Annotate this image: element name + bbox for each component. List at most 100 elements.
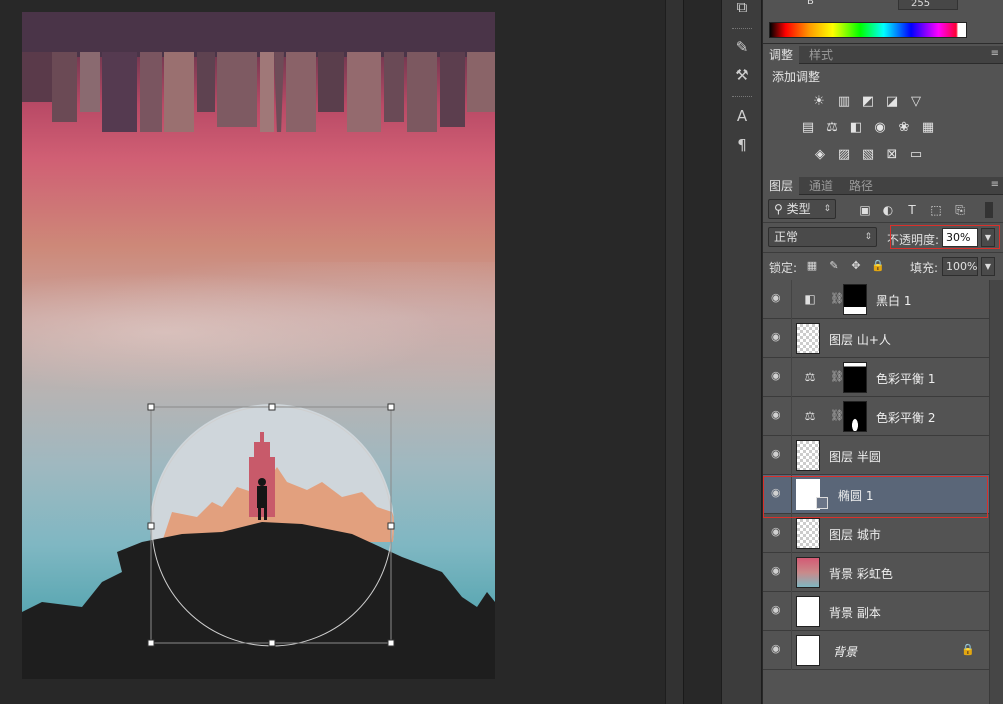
layer-name: 色彩平衡 1	[876, 372, 936, 386]
layer-mask-thumbnail[interactable]	[843, 362, 867, 393]
chevron-updown-icon: ⇕	[864, 232, 872, 242]
curves-icon[interactable]: ◩	[859, 94, 877, 110]
canvas-workspace[interactable]	[0, 0, 665, 704]
photo-filter-icon[interactable]: ◉	[871, 120, 889, 136]
brightness-icon[interactable]: ☀	[810, 94, 828, 110]
scrollbar-gutter[interactable]	[665, 0, 683, 704]
black-white-icon[interactable]: ◧	[847, 120, 865, 136]
layer-row[interactable]: ◉ ◧ ⛓ 黑白 1	[763, 280, 989, 319]
selective-color-icon[interactable]: ⊠	[883, 147, 901, 163]
eye-icon[interactable]: ◉	[771, 409, 785, 421]
opacity-highlight-box	[890, 225, 1000, 249]
right-panel-stack: B 255 调整 样式 ≡ 添加调整 ☀ ▥ ◩ ◪ ▽ ▤ ⚖ ◧ ◉ ❀ ▦…	[763, 0, 1003, 704]
layer-thumbnail	[796, 518, 820, 549]
layer-row[interactable]: ◉ 图层 城市	[763, 514, 989, 553]
eye-icon[interactable]: ◉	[771, 292, 785, 304]
levels-icon[interactable]: ▥	[835, 94, 853, 110]
channel-value-field[interactable]: 255	[898, 0, 958, 10]
link-icon[interactable]: ⛓	[830, 409, 844, 422]
layer-name: 背景	[833, 645, 858, 659]
link-icon[interactable]: ⛓	[830, 370, 844, 383]
filter-type-icon[interactable]: T	[904, 202, 920, 218]
link-icon[interactable]: ⛓	[830, 292, 844, 305]
tool-presets-icon[interactable]: ⚒	[730, 64, 754, 86]
tab-adjustments[interactable]: 调整	[763, 46, 800, 64]
filter-toggle[interactable]	[985, 202, 993, 218]
filter-pixel-icon[interactable]: ▣	[857, 202, 873, 218]
brush-presets-icon[interactable]: ✎	[730, 36, 754, 58]
eye-icon[interactable]: ◉	[771, 448, 785, 460]
channel-mixer-icon[interactable]: ❀	[895, 120, 913, 136]
eye-icon[interactable]: ◉	[771, 331, 785, 343]
posterize-icon[interactable]: ▨	[835, 147, 853, 163]
tab-styles[interactable]: 样式	[803, 46, 839, 64]
layer-row[interactable]: ◉ 背景 🔒	[763, 631, 989, 670]
filter-kind-label: 类型	[786, 202, 811, 216]
color-lookup-icon[interactable]: ▦	[919, 120, 937, 136]
layer-mask-thumbnail[interactable]	[843, 284, 867, 315]
panel-menu-icon[interactable]: ≡	[991, 179, 999, 190]
layer-mask-thumbnail[interactable]	[843, 401, 867, 432]
adjustments-tabbar: 调整 样式 ≡	[763, 46, 1003, 64]
filter-shape-icon[interactable]: ⬚	[928, 202, 944, 218]
layer-name: 图层 山+人	[829, 333, 891, 347]
layer-thumbnail	[796, 635, 820, 666]
layer-row[interactable]: ◉ ⚖ ⛓ 色彩平衡 2	[763, 397, 989, 436]
threshold-icon[interactable]: ▧	[859, 147, 877, 163]
eye-icon[interactable]: ◉	[771, 526, 785, 538]
filter-adjustment-icon[interactable]: ◐	[880, 202, 896, 218]
adjust-icons-row-2: ▤ ⚖ ◧ ◉ ❀ ▦	[763, 120, 1003, 140]
panel-menu-icon[interactable]: ≡	[991, 48, 999, 59]
filter-smart-object-icon[interactable]: ⎘	[952, 202, 968, 218]
tab-channels[interactable]: 通道	[803, 177, 839, 195]
layer-thumbnail	[796, 596, 820, 627]
layer-row[interactable]: ◉ 图层 山+人	[763, 319, 989, 358]
lock-position-icon[interactable]: ✥	[849, 259, 863, 273]
lock-transparent-icon[interactable]: ▦	[805, 259, 819, 273]
eye-icon[interactable]: ◉	[771, 487, 785, 499]
eye-icon[interactable]: ◉	[771, 643, 785, 655]
exposure-icon[interactable]: ◪	[883, 94, 901, 110]
layer-row[interactable]: ◉ 图层 半圆	[763, 436, 989, 475]
vibrance-icon[interactable]: ▽	[907, 94, 925, 110]
invert-icon[interactable]: ◈	[811, 147, 829, 163]
panel-grip[interactable]	[732, 28, 752, 31]
layer-row[interactable]: ◉ 背景 彩虹色	[763, 553, 989, 592]
eye-icon[interactable]: ◉	[771, 565, 785, 577]
document-canvas[interactable]	[22, 12, 495, 679]
color-balance-icon[interactable]: ⚖	[823, 120, 841, 136]
fill-input[interactable]: 100%	[942, 257, 978, 276]
layers-list: ◉ ◧ ⛓ 黑白 1 ◉ 图层 山+人 ◉ ⚖ ⛓ 色彩平衡 1 ◉ ⚖ ⛓ 色…	[763, 280, 989, 670]
adjust-icons-row-1: ☀ ▥ ◩ ◪ ▽	[763, 94, 1003, 114]
layer-thumbnail	[796, 323, 820, 354]
layer-row[interactable]: ◉ 背景 副本	[763, 592, 989, 631]
3d-icon[interactable]: ⧉	[730, 0, 754, 18]
filter-kind-select[interactable]: ⚲ 类型 ⇕	[768, 199, 836, 219]
color-spectrum-bar[interactable]	[769, 22, 967, 38]
layer-row[interactable]: ◉ ⚖ ⛓ 色彩平衡 1	[763, 358, 989, 397]
lock-icon: 🔒	[961, 643, 975, 656]
eye-icon[interactable]: ◉	[771, 604, 785, 616]
layer-row-selected[interactable]: ◉ 椭圆 1	[763, 475, 989, 514]
layers-scrollbar[interactable]	[989, 280, 1003, 704]
fill-dropdown-icon[interactable]: ▼	[981, 257, 995, 276]
layer-name: 图层 半圆	[829, 450, 881, 464]
blend-mode-label: 正常	[774, 230, 799, 244]
mountain-silhouette-image	[22, 403, 495, 679]
fill-label: 填充:	[910, 261, 939, 275]
shape-badge-icon	[816, 497, 828, 509]
blend-mode-select[interactable]: 正常 ⇕	[768, 227, 877, 247]
lock-pixels-icon[interactable]: ✎	[827, 259, 841, 273]
panel-grip[interactable]	[732, 96, 752, 99]
tab-paths[interactable]: 路径	[843, 177, 879, 195]
color-panel: B 255	[763, 0, 1003, 44]
blend-row: 正常 ⇕ 不透明度: 30% ▼	[763, 222, 1003, 252]
paragraph-icon[interactable]: ¶	[730, 134, 754, 156]
lock-all-icon[interactable]: 🔒	[871, 259, 885, 273]
chevron-updown-icon: ⇕	[823, 204, 831, 214]
tab-layers[interactable]: 图层	[763, 177, 800, 195]
gradient-map-icon[interactable]: ▭	[907, 147, 925, 163]
eye-icon[interactable]: ◉	[771, 370, 785, 382]
character-icon[interactable]: A	[730, 105, 754, 127]
hue-saturation-icon[interactable]: ▤	[799, 120, 817, 136]
